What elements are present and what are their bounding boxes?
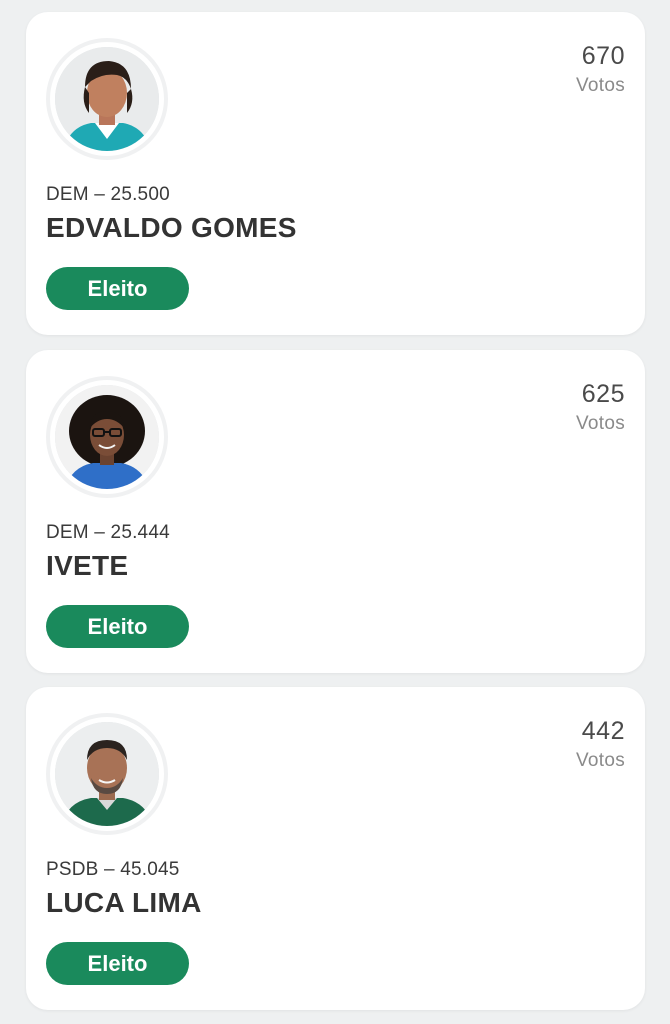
candidate-photo: [55, 722, 159, 826]
elected-status-badge[interactable]: Eleito: [46, 267, 189, 310]
avatar: [55, 47, 159, 151]
vote-label: Votos: [575, 750, 625, 771]
vote-count-block: 625 Votos: [576, 380, 625, 436]
candidate-avatar-frame: [46, 38, 168, 160]
candidate-photo: [55, 47, 159, 151]
vote-count-block: 442 Votos: [576, 717, 625, 773]
candidate-card[interactable]: 670 Votos DEM – 25.500 EDVALDO GOMES Ele…: [26, 12, 645, 335]
elected-status-badge[interactable]: Eleito: [46, 942, 189, 985]
vote-count-block: 670 Votos: [576, 42, 625, 98]
party-number: PSDB – 45.045: [46, 859, 180, 880]
candidate-name: EDVALDO GOMES: [46, 212, 297, 243]
party-number: DEM – 25.500: [46, 184, 170, 205]
candidate-avatar-frame: [46, 713, 168, 835]
avatar: [55, 722, 159, 826]
candidate-card[interactable]: 625 Votos DEM – 25.444 IVETE Eleito: [26, 350, 645, 673]
candidate-name: LUCA LIMA: [46, 887, 202, 918]
candidate-name: IVETE: [46, 550, 129, 581]
candidate-photo: [55, 385, 159, 489]
vote-count: 442: [581, 717, 625, 745]
elected-status-badge[interactable]: Eleito: [46, 605, 189, 648]
vote-count: 670: [581, 42, 625, 70]
candidate-avatar-frame: [46, 376, 168, 498]
vote-label: Votos: [575, 413, 625, 434]
candidate-card[interactable]: 442 Votos PSDB – 45.045 LUCA LIMA Eleito: [26, 687, 645, 1010]
vote-count: 625: [581, 380, 625, 408]
party-number: DEM – 25.444: [46, 522, 170, 543]
avatar: [55, 385, 159, 489]
vote-label: Votos: [575, 75, 625, 96]
